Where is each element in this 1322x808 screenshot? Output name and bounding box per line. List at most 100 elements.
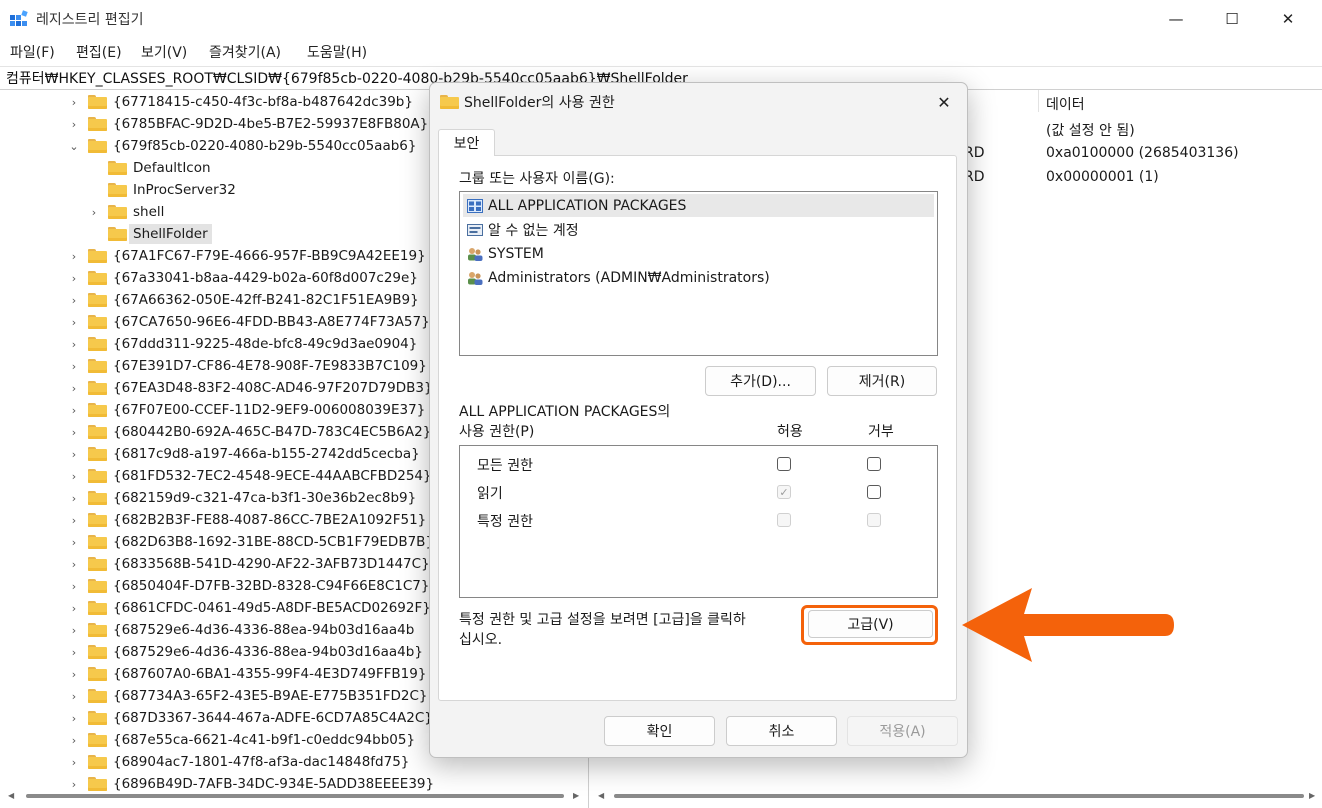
tree-item[interactable]: › {67EA3D48-83F2-408C-AD46-97F207D79DB3} (68, 377, 433, 399)
tree-item[interactable]: › {6833568B-541D-4290-AF22-3AFB73D1447C} (68, 553, 430, 575)
folder-icon (88, 667, 107, 681)
tree-item[interactable]: › {682159d9-c321-47ca-b3f1-30e36b2ec8b9} (68, 487, 416, 509)
list-item[interactable]: ALL APPLICATION PACKAGES (463, 194, 934, 217)
tree-item[interactable]: › {687607A0-6BA1-4355-99F4-4E3D749FFB19} (68, 663, 427, 685)
tree-item-label: {67ddd311-9225-48de-bfc8-49c9d3ae0904} (113, 336, 418, 352)
tab-security[interactable]: 보안 (438, 129, 495, 156)
maximize-button[interactable]: ☐ (1204, 0, 1260, 38)
chevron-right-icon[interactable]: › (68, 602, 80, 615)
tree-item[interactable]: › {681FD532-7EC2-4548-9ECE-44AABCFBD254} (68, 465, 432, 487)
menu-file[interactable]: 파일(F) (10, 42, 55, 62)
menu-help[interactable]: 도움말(H) (307, 42, 367, 62)
deny-full-control-checkbox[interactable] (867, 457, 881, 471)
tree-item[interactable]: › {6817c9d8-a197-466a-b155-2742dd5cecba} (68, 443, 420, 465)
tree-item-label: shell (133, 204, 165, 220)
cancel-button[interactable]: 취소 (726, 716, 837, 746)
chevron-right-icon[interactable]: › (68, 448, 80, 461)
tree-horizontal-scrollbar[interactable] (26, 794, 564, 798)
close-window-button[interactable]: ✕ (1260, 0, 1316, 38)
chevron-right-icon[interactable]: › (68, 580, 80, 593)
close-icon[interactable]: ✕ (930, 89, 958, 115)
deny-read-checkbox[interactable] (867, 485, 881, 499)
tree-item[interactable]: › {682B2B3F-FE88-4087-86CC-7BE2A1092F51} (68, 509, 426, 531)
chevron-right-icon[interactable]: › (68, 492, 80, 505)
chevron-right-icon[interactable]: › (88, 206, 100, 219)
chevron-right-icon[interactable]: › (68, 118, 80, 131)
tree-item[interactable]: DefaultIcon (88, 157, 211, 179)
remove-button[interactable]: 제거(R) (827, 366, 937, 396)
tree-item[interactable]: › {687529e6-4d36-4336-88ea-94b03d16aa4b (68, 619, 415, 641)
chevron-right-icon[interactable]: › (68, 426, 80, 439)
tree-item[interactable]: › {6850404F-D7FB-32BD-8328-C94F66E8C1C7} (68, 575, 430, 597)
chevron-right-icon[interactable]: › (68, 272, 80, 285)
tree-item-label: {68904ac7-1801-47f8-af3a-dac14848fd75} (113, 754, 410, 770)
chevron-right-icon[interactable]: › (68, 778, 80, 791)
list-item[interactable]: 알 수 없는 계정 (463, 218, 934, 241)
tree-item[interactable]: ⌄ {679f85cb-0220-4080-b29b-5540cc05aab6} (68, 135, 416, 157)
chevron-right-icon[interactable]: › (68, 558, 80, 571)
menu-edit[interactable]: 편집(E) (76, 42, 122, 62)
tree-item[interactable]: › {6861CFDC-0461-49d5-A8DF-BE5ACD02692F} (68, 597, 431, 619)
chevron-right-icon[interactable]: › (68, 514, 80, 527)
tree-item[interactable]: › {6785BFAC-9D2D-4be5-B7E2-59937E8FB80A} (68, 113, 428, 135)
chevron-right-icon[interactable]: › (68, 316, 80, 329)
chevron-down-icon[interactable]: ⌄ (68, 140, 80, 153)
ok-button[interactable]: 확인 (604, 716, 715, 746)
permission-list[interactable]: 모든 권한 읽기 ✓ 특정 권한 (459, 445, 938, 598)
tree-item[interactable]: › {67E391D7-CF86-4E78-908F-7E9833B7C109} (68, 355, 427, 377)
values-horizontal-scrollbar[interactable] (614, 794, 1304, 798)
chevron-right-icon[interactable]: › (68, 734, 80, 747)
add-button[interactable]: 추가(D)... (705, 366, 816, 396)
deny-special-checkbox (867, 513, 881, 527)
chevron-right-icon[interactable]: › (68, 338, 80, 351)
chevron-right-icon[interactable]: › (68, 624, 80, 637)
tree-item[interactable]: › {680442B0-692A-465C-B47D-783C4EC5B6A2} (68, 421, 432, 443)
tree-item[interactable]: ShellFolder (88, 223, 212, 245)
tree-item[interactable]: › {687D3367-3644-467a-ADFE-6CD7A85C4A2C} (68, 707, 433, 729)
user-name: 알 수 없는 계정 (488, 222, 579, 239)
chevron-right-icon[interactable]: › (68, 250, 80, 263)
tree-item[interactable]: › {687734A3-65F2-43E5-B9AE-E775B351FD2C} (68, 685, 428, 707)
tree-item[interactable]: › {687e55ca-6621-4c41-b9f1-c0eddc94bb05} (68, 729, 415, 751)
chevron-right-icon[interactable]: › (68, 712, 80, 725)
chevron-right-icon[interactable]: › (68, 668, 80, 681)
chevron-right-icon[interactable]: › (68, 382, 80, 395)
allow-read-checkbox[interactable]: ✓ (777, 485, 791, 499)
tree-item[interactable]: › {687529e6-4d36-4336-88ea-94b03d16aa4b} (68, 641, 423, 663)
minimize-button[interactable]: — (1148, 0, 1204, 38)
folder-icon (88, 579, 107, 593)
scroll-left-arrow-icon[interactable]: ◀ (598, 791, 604, 800)
tree-item[interactable]: › {67CA7650-96E6-4FDD-BB43-A8E774F73A57} (68, 311, 430, 333)
chevron-right-icon[interactable]: › (68, 536, 80, 549)
tree-item[interactable]: › {67718415-c450-4f3c-bf8a-b487642dc39b} (68, 91, 413, 113)
chevron-right-icon[interactable]: › (68, 470, 80, 483)
tree-item[interactable]: › shell (88, 201, 165, 223)
list-item[interactable]: SYSTEM (463, 242, 934, 265)
chevron-right-icon[interactable]: › (68, 360, 80, 373)
menu-favorites[interactable]: 즐겨찾기(A) (209, 42, 281, 62)
chevron-right-icon[interactable]: › (68, 96, 80, 109)
chevron-right-icon[interactable]: › (68, 404, 80, 417)
chevron-right-icon[interactable]: › (68, 756, 80, 769)
menu-view[interactable]: 보기(V) (141, 42, 187, 62)
tree-item[interactable]: › {67ddd311-9225-48de-bfc8-49c9d3ae0904} (68, 333, 418, 355)
tree-item[interactable]: › {67A66362-050E-42ff-B241-82C1F51EA9B9} (68, 289, 419, 311)
scroll-right-arrow-icon[interactable]: ▶ (573, 791, 579, 800)
tree-item-label: {687529e6-4d36-4336-88ea-94b03d16aa4b (113, 622, 415, 638)
scroll-right-arrow-icon[interactable]: ▶ (1309, 791, 1315, 800)
tree-item[interactable]: › {67a33041-b8aa-4429-b02a-60f8d007c29e} (68, 267, 418, 289)
chevron-right-icon[interactable]: › (68, 294, 80, 307)
list-item[interactable]: Administrators (ADMIN₩Administrators) (463, 266, 934, 289)
user-list[interactable]: ALL APPLICATION PACKAGES 알 수 없는 계정 SYSTE… (459, 191, 938, 356)
tree-item[interactable]: InProcServer32 (88, 179, 236, 201)
chevron-right-icon[interactable]: › (68, 646, 80, 659)
scroll-left-arrow-icon[interactable]: ◀ (8, 791, 14, 800)
tree-item[interactable]: › {67A1FC67-F79E-4666-957F-BB9C9A42EE19} (68, 245, 426, 267)
allow-full-control-checkbox[interactable] (777, 457, 791, 471)
tree-item[interactable]: › {6896B49D-7AFB-34DC-934E-5ADD38EEEE39} (68, 773, 434, 795)
tree-item[interactable]: › {682D63B8-1692-31BE-88CD-5CB1F79EDB7B} (68, 531, 434, 553)
chevron-right-icon[interactable]: › (68, 690, 80, 703)
tree-item[interactable]: › {67F07E00-CCEF-11D2-9EF9-006008039E37} (68, 399, 426, 421)
tree-item[interactable]: › {68904ac7-1801-47f8-af3a-dac14848fd75} (68, 751, 410, 773)
data-column-header[interactable]: 데이터 (1046, 94, 1085, 114)
